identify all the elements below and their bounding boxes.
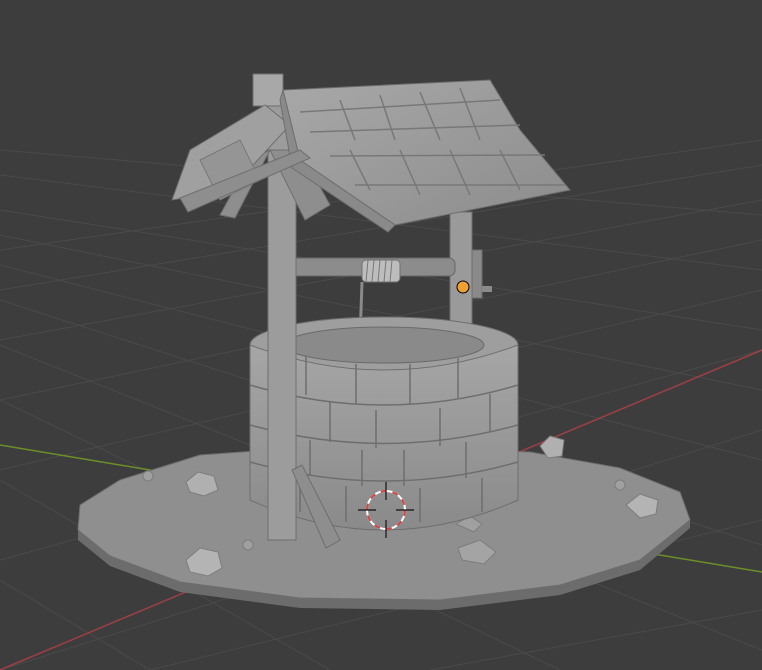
object-origin-dot-icon[interactable]	[456, 280, 470, 294]
3d-viewport[interactable]	[0, 0, 762, 670]
viewport-scene[interactable]	[0, 0, 762, 670]
